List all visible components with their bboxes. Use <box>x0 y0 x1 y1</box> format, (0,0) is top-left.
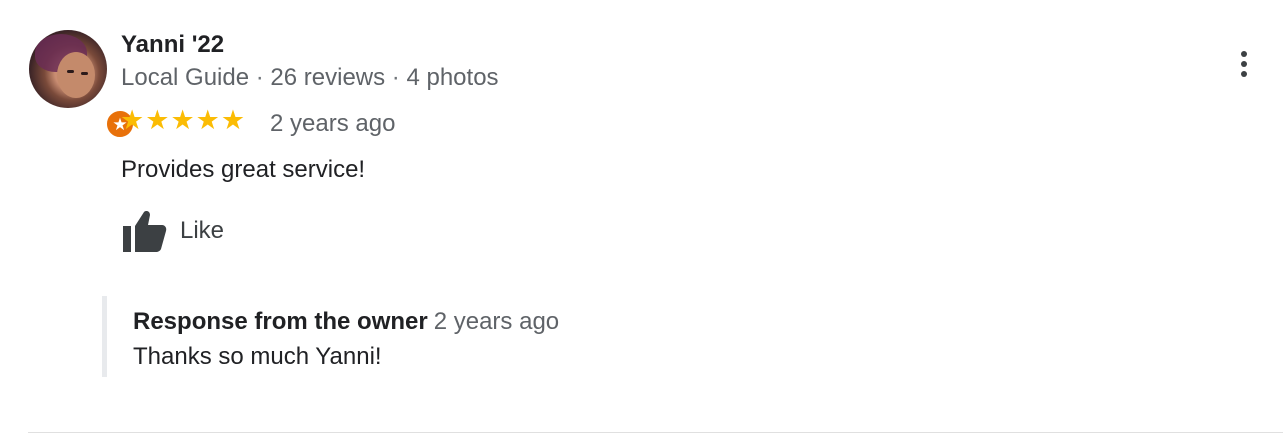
owner-response-text: Thanks so much Yanni! <box>133 343 382 370</box>
star-icon: ★ <box>220 105 246 135</box>
review-text: Provides great service! <box>121 156 366 183</box>
reviewer-reviews-count: 26 reviews <box>270 64 386 91</box>
reviewer-name[interactable]: Yanni '22 <box>121 31 224 59</box>
reviewer-photos-count: 4 photos <box>406 64 499 91</box>
owner-response: Response from the owner 2 years ago Thank… <box>102 296 807 377</box>
divider <box>28 432 1283 433</box>
owner-response-title: Response from the owner <box>133 308 428 335</box>
reviewer-level: Local Guide <box>121 64 250 91</box>
owner-response-time: 2 years ago <box>433 308 560 335</box>
meta-separator: · <box>385 64 407 91</box>
review-card: ★ Yanni '22 Local Guide · 26 reviews · 4… <box>0 0 1283 438</box>
star-icon: ★ <box>120 105 145 135</box>
star-rating: ★ ★ ★ ★ ★ <box>120 107 245 134</box>
like-button[interactable]: Like <box>120 208 224 254</box>
reviewer-avatar[interactable]: ★ <box>29 30 135 139</box>
more-options-button[interactable] <box>1228 44 1260 84</box>
star-icon: ★ <box>170 105 195 135</box>
more-vert-icon <box>1241 51 1247 57</box>
meta-separator: · <box>249 64 271 91</box>
star-icon: ★ <box>195 105 220 135</box>
star-icon: ★ <box>145 105 170 135</box>
thumbs-up-icon <box>123 211 167 252</box>
like-label: Like <box>180 217 225 244</box>
review-time: 2 years ago <box>270 110 396 137</box>
avatar-photo <box>29 30 107 108</box>
owner-response-header: Response from the owner 2 years ago <box>133 308 559 336</box>
reviewer-meta: Local Guide · 26 reviews · 4 photos <box>121 64 499 92</box>
